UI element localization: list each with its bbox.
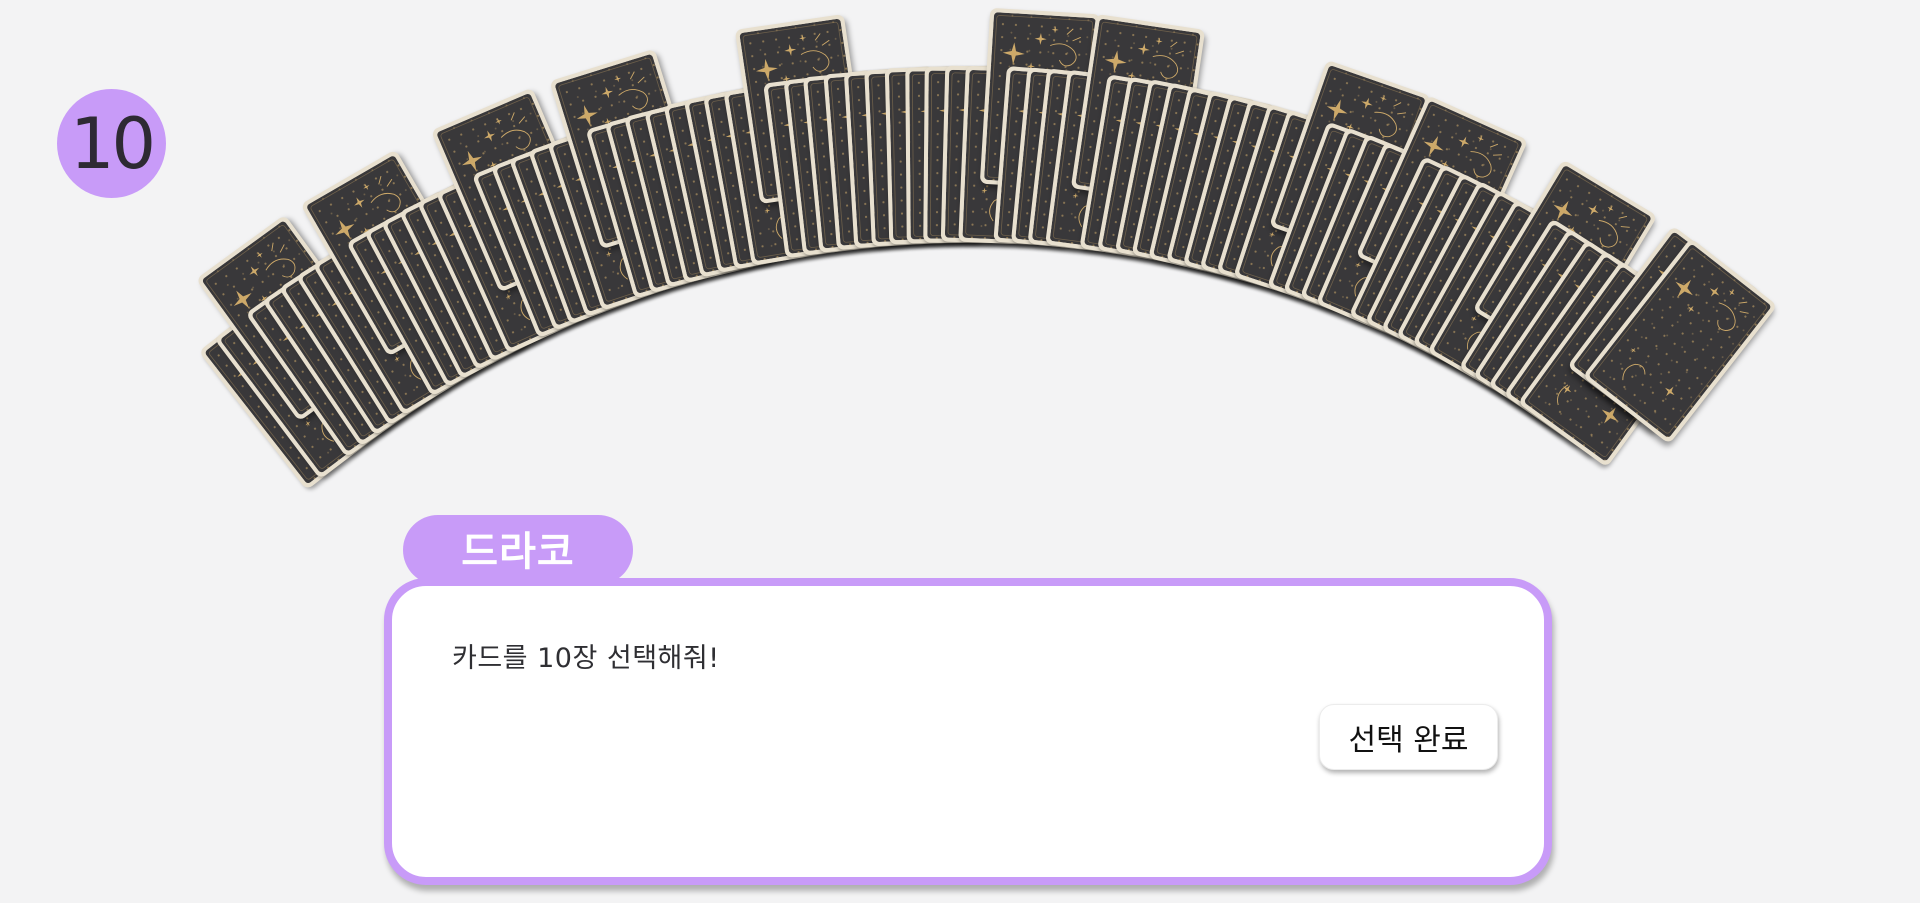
dialog-box: 카드를 10장 선택해줘! 선택 완료 xyxy=(384,578,1552,885)
confirm-selection-button[interactable]: 선택 완료 xyxy=(1319,704,1498,770)
speaker-name: 드라코 xyxy=(461,529,575,575)
remaining-count-value: 10 xyxy=(69,102,156,185)
speaker-name-tag: 드라코 xyxy=(403,515,633,585)
dialog-message: 카드를 10장 선택해줘! xyxy=(452,643,720,674)
remaining-count-badge: 10 xyxy=(57,89,166,198)
